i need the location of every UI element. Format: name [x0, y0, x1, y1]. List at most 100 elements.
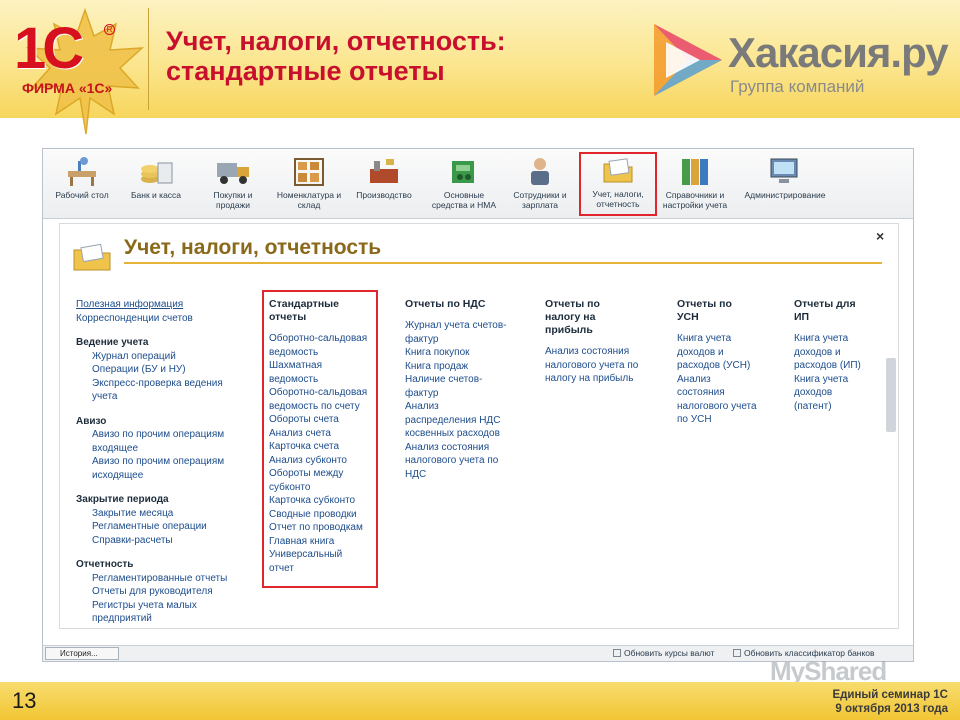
- nav-link[interactable]: предприятий: [76, 612, 266, 626]
- report-link[interactable]: (патент): [794, 400, 882, 414]
- nav-link[interactable]: Регламентные операции: [76, 520, 266, 534]
- toolbar-item-administration[interactable]: Администрирование: [739, 155, 831, 217]
- nav-link[interactable]: Отчеты для руководителя: [76, 585, 266, 599]
- toolbar-item-purchases[interactable]: Покупки и продажи: [205, 155, 261, 217]
- report-link[interactable]: Книга учета: [794, 373, 882, 387]
- partner-name: Хакасия.ру: [728, 29, 949, 76]
- report-link[interactable]: расходов (ИП): [794, 359, 882, 373]
- history-button[interactable]: История...: [45, 647, 119, 660]
- toolbar-item-desktop[interactable]: Рабочий стол: [51, 155, 113, 217]
- report-link[interactable]: расходов (УСН): [677, 359, 777, 373]
- toolbar-item-directories[interactable]: Справочники и настройки учета: [659, 155, 731, 217]
- registered-mark: R: [104, 24, 115, 35]
- report-link[interactable]: Обороты между: [269, 467, 377, 481]
- vertical-scrollbar[interactable]: [886, 276, 896, 616]
- toolbar-item-production[interactable]: Производство: [351, 155, 417, 217]
- toolbar-item-employees[interactable]: Сотрудники и зарплата: [509, 155, 571, 217]
- report-link[interactable]: по УСН: [677, 413, 777, 427]
- report-link[interactable]: доходов и: [794, 346, 882, 360]
- col-usn-title: Отчеты по УСН: [677, 298, 732, 323]
- report-link[interactable]: Карточка субконто: [269, 494, 377, 508]
- col-standard-reports: Стандартные отчеты Оборотно-сальдовая вед…: [269, 298, 377, 575]
- report-link[interactable]: Отчет по проводкам: [269, 521, 377, 535]
- report-link[interactable]: доходов: [794, 386, 882, 400]
- nav-link-correspondence[interactable]: Корреспонденции счетов: [76, 312, 266, 326]
- report-link[interactable]: налогового учета: [677, 400, 777, 414]
- report-link[interactable]: Анализ состояния: [405, 441, 525, 455]
- computer-icon: [770, 158, 798, 183]
- report-link[interactable]: состояния: [677, 386, 777, 400]
- slide-title: Учет, налоги, отчетность: стандартные от…: [166, 26, 506, 86]
- warehouse-icon: [294, 158, 324, 186]
- report-link[interactable]: Анализ субконто: [269, 454, 377, 468]
- toolbar-item-label: Номенклатура и склад: [276, 190, 342, 210]
- report-link[interactable]: Обороты счета: [269, 413, 377, 427]
- report-link[interactable]: Анализ: [677, 373, 777, 387]
- nav-link[interactable]: Регистры учета малых: [76, 599, 266, 613]
- nav-link-useful-info[interactable]: Полезная информация: [76, 298, 266, 312]
- nav-group-title: Закрытие периода: [76, 494, 169, 505]
- report-link[interactable]: Наличие счетов-: [405, 373, 525, 387]
- report-link[interactable]: Оборотно-сальдовая: [269, 386, 377, 400]
- nav-link[interactable]: Журнал операций: [76, 350, 266, 364]
- report-link[interactable]: Сводные проводки: [269, 508, 377, 522]
- toolbar-item-label: Администрирование: [744, 190, 826, 200]
- close-icon[interactable]: ×: [876, 228, 884, 244]
- nav-link[interactable]: Регламентированные отчеты: [76, 572, 266, 586]
- slide-title-line2: стандартные отчеты: [166, 56, 445, 86]
- report-link[interactable]: Универсальный: [269, 548, 377, 562]
- factory-icon: [370, 159, 398, 183]
- report-link[interactable]: фактур: [405, 333, 525, 347]
- report-link[interactable]: отчет: [269, 562, 377, 576]
- report-link[interactable]: Шахматная: [269, 359, 377, 373]
- report-link[interactable]: НДС: [405, 468, 525, 482]
- nav-link[interactable]: Экспресс-проверка ведения: [76, 377, 266, 391]
- report-link[interactable]: налогу на прибыль: [545, 372, 665, 386]
- scrollbar-thumb[interactable]: [886, 358, 896, 432]
- report-link[interactable]: Анализ состояния: [545, 345, 665, 359]
- toolbar-item-bank[interactable]: Банк и касса: [129, 155, 183, 217]
- toolbar-item-inventory[interactable]: Номенклатура и склад: [275, 155, 343, 217]
- employee-icon: [531, 158, 549, 185]
- report-link[interactable]: Книга покупок: [405, 346, 525, 360]
- footer-line2: 9 октября 2013 года: [835, 703, 948, 715]
- report-link[interactable]: Оборотно-сальдовая: [269, 332, 377, 346]
- toolbar-item-accounting[interactable]: Учет, налоги, отчетность: [579, 152, 657, 216]
- col-standard-title: Стандартные отчеты: [269, 298, 339, 323]
- nav-link[interactable]: Авизо по прочим операциям: [76, 455, 266, 469]
- report-link[interactable]: Книга учета: [794, 332, 882, 346]
- report-link[interactable]: ведомость: [269, 346, 377, 360]
- col-ip-reports: Отчеты для ИП Книга учета доходов и расхо…: [794, 298, 882, 413]
- nav-link[interactable]: Операции (БУ и НУ): [76, 363, 266, 377]
- report-link[interactable]: Книга продаж: [405, 360, 525, 374]
- report-link[interactable]: Анализ счета: [269, 427, 377, 441]
- nav-link[interactable]: исходящее: [76, 469, 266, 483]
- col-profit-tax-reports: Отчеты по налогу на прибыль Анализ состоян…: [545, 298, 665, 386]
- col-ip-title: Отчеты для ИП: [794, 298, 856, 323]
- report-link[interactable]: Журнал учета счетов-: [405, 319, 525, 333]
- nav-link[interactable]: учета: [76, 390, 266, 404]
- report-link[interactable]: налогового учета по: [545, 359, 665, 373]
- app-window: Рабочий стол Банк и касса Покупки и прод…: [42, 148, 914, 662]
- report-link[interactable]: ведомость по счету: [269, 400, 377, 414]
- report-link[interactable]: Анализ: [405, 400, 525, 414]
- report-link[interactable]: субконто: [269, 481, 377, 495]
- nav-link[interactable]: входящее: [76, 442, 266, 456]
- report-link[interactable]: доходов и: [677, 346, 777, 360]
- nav-link[interactable]: Закрытие месяца: [76, 507, 266, 521]
- report-link[interactable]: ведомость: [269, 373, 377, 387]
- toolbar-item-label: Рабочий стол: [55, 190, 109, 200]
- toolbar-item-fixed-assets[interactable]: Основные средства и НМА: [427, 155, 501, 217]
- report-link[interactable]: налогового учета по: [405, 454, 525, 468]
- nav-link[interactable]: Авизо по прочим операциям: [76, 428, 266, 442]
- report-link[interactable]: Книга учета: [677, 332, 777, 346]
- report-link[interactable]: Карточка счета: [269, 440, 377, 454]
- update-currency-link[interactable]: Обновить курсы валют: [613, 648, 714, 658]
- report-link[interactable]: фактур: [405, 387, 525, 401]
- equipment-icon: [452, 161, 474, 183]
- report-link[interactable]: косвенных расходов: [405, 427, 525, 441]
- report-link[interactable]: распределения НДС: [405, 414, 525, 428]
- report-link[interactable]: Главная книга: [269, 535, 377, 549]
- partner-subtitle: Группа компаний: [730, 77, 865, 96]
- nav-link[interactable]: Справки-расчеты: [76, 534, 266, 548]
